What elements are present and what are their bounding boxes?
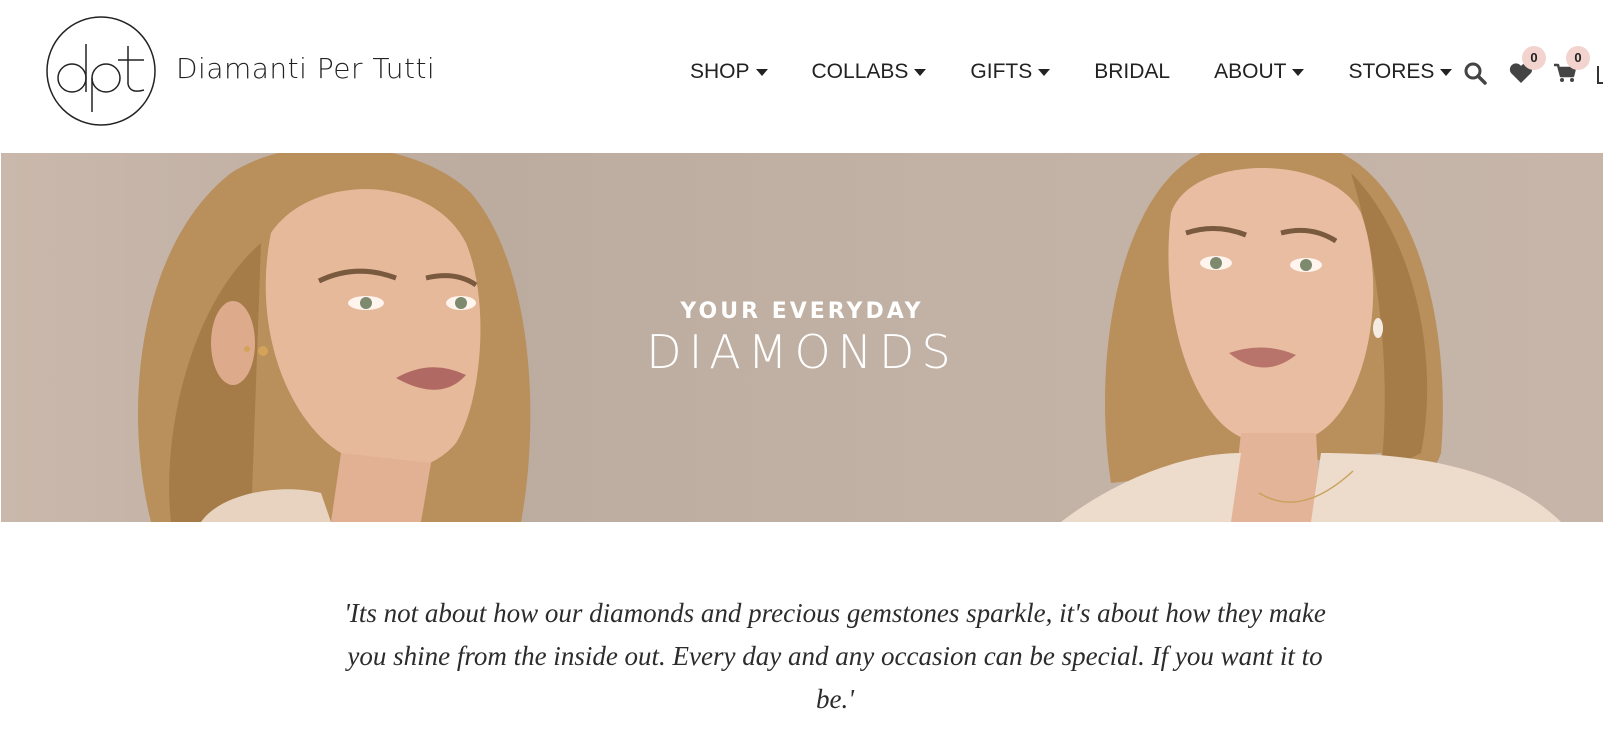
nav-item-label: SHOP	[690, 60, 750, 83]
wishlist-count-badge: 0	[1522, 46, 1546, 70]
nav-item-gifts[interactable]: GIFTS	[970, 60, 1051, 84]
brand-quote: 'Its not about how our diamonds and prec…	[344, 598, 1326, 714]
nav-item-label: GIFTS	[970, 60, 1033, 83]
hero-kicker: YOUR EVERYDAY	[680, 299, 924, 324]
nav-item-shop[interactable]: SHOP	[690, 60, 768, 84]
nav-item-bridal[interactable]: BRIDAL	[1094, 60, 1170, 84]
hero-banner[interactable]: YOUR EVERYDAY DIAMONDS	[1, 153, 1603, 522]
caret-down-icon	[1292, 68, 1305, 76]
brand-name[interactable]: Diamanti Per Tutti	[176, 52, 435, 85]
site-header: Diamanti Per Tutti SHOP COLLABS GIFTS BR…	[0, 0, 1603, 152]
account-icon[interactable]	[1597, 66, 1603, 84]
nav-item-label: BRIDAL	[1094, 60, 1171, 83]
nav-item-label: COLLABS	[811, 60, 909, 83]
dpt-monogram-logo[interactable]	[44, 16, 158, 126]
search-icon[interactable]	[1462, 60, 1488, 86]
caret-down-icon	[1038, 68, 1051, 76]
caret-down-icon	[914, 68, 927, 76]
wishlist-button[interactable]: 0	[1508, 46, 1546, 86]
nav-item-about[interactable]: ABOUT	[1214, 60, 1305, 84]
nav-item-stores[interactable]: STORES	[1348, 60, 1453, 84]
cart-button[interactable]: 0	[1552, 46, 1590, 86]
caret-down-icon	[1440, 68, 1453, 76]
main-nav: SHOP COLLABS GIFTS BRIDAL ABOUT STORES	[690, 56, 1496, 88]
nav-item-label: ABOUT	[1214, 60, 1287, 83]
nav-item-label: STORES	[1348, 60, 1435, 83]
logo-icon	[46, 16, 156, 126]
cart-count-badge: 0	[1566, 46, 1590, 70]
caret-down-icon	[755, 68, 768, 76]
nav-item-collabs[interactable]: COLLABS	[812, 60, 927, 84]
hero-title: DIAMONDS	[646, 325, 958, 379]
